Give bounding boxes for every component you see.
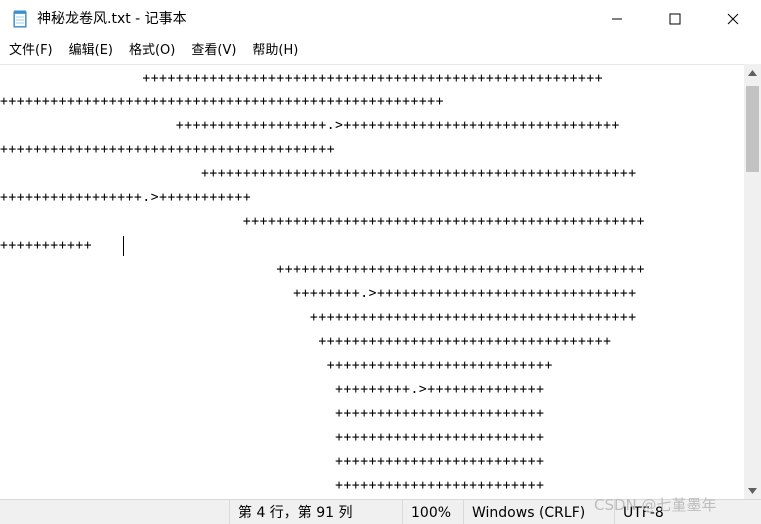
text-line: +++++++++++++++++.>+++++++++++ [0,190,252,205]
menu-edit[interactable]: 编辑(E) [60,38,120,64]
text-line: +++++++++++++++++++++++++ [0,454,545,469]
text-line: +++++++++.>++++++++++++++ [0,382,545,397]
zoom-level: 100% [402,500,463,524]
text-line: +++++++++++++++++++++++++ [0,478,545,493]
maximize-button[interactable] [646,0,704,38]
title-bar[interactable]: 神秘龙卷风.txt - 记事本 [0,0,761,38]
menu-help[interactable]: 帮助(H) [243,38,305,64]
arrow-up-icon [748,69,757,76]
text-line: +++++++++++++++++++++++++++++++++++ [0,334,612,349]
text-line: ++++++++++++++++++.>++++++++++++++++++++… [0,118,620,133]
window-title: 神秘龙卷风.txt - 记事本 [37,11,187,27]
minimize-button[interactable] [588,0,646,38]
text-line: ++++++++++++++++++++++++++++++++++++++++ [0,142,336,157]
arrow-down-icon [748,487,757,494]
text-line: +++++++++++++++++++++++++++ [0,358,553,373]
text-line: ++++++++++++++++++++++++++++++++++++++++… [0,166,637,181]
text-editor[interactable]: ++++++++++++++++++++++++++++++++++++++++… [0,64,744,500]
close-button[interactable] [704,0,761,38]
watermark: CSDN @七堇墨年 [594,496,717,514]
cursor-position: 第 4 行，第 91 列 [229,500,402,524]
menu-bar: 文件(F) 编辑(E) 格式(O) 查看(V) 帮助(H) [0,38,761,64]
notepad-icon [13,10,27,28]
text-line: +++++++++++++++++++++++++ [0,406,545,421]
line-ending: Windows (CRLF) [463,500,614,524]
scroll-up-button[interactable] [744,64,761,81]
minimize-icon [612,18,622,20]
text-line: ++++++++++++++++++++++++++++++++++++++++… [0,214,646,229]
vertical-scrollbar[interactable] [744,64,761,499]
text-line: +++++++++++ [0,238,93,253]
text-line: ++++++++.>++++++++++++++++++++++++++++++… [0,286,637,301]
text-caret [123,236,124,256]
text-line: +++++++++++++++++++++++++ [0,430,545,445]
text-line: ++++++++++++++++++++++++++++++++++++++++… [0,262,646,277]
notepad-window: 神秘龙卷风.txt - 记事本 文件(F) 编辑(E) 格式(O) 查看(V) … [0,0,761,524]
text-line: +++++++++++++++++++++++++++++++++++++++ [0,310,637,325]
text-line: ++++++++++++++++++++++++++++++++++++++++… [0,71,604,86]
scrollbar-thumb[interactable] [746,86,759,172]
scroll-down-button[interactable] [744,482,761,499]
menu-file[interactable]: 文件(F) [0,38,60,64]
text-line: ++++++++++++++++++++++++++++++++++++++++… [0,94,444,109]
close-icon [727,13,739,25]
menu-view[interactable]: 查看(V) [182,38,243,64]
menu-format[interactable]: 格式(O) [120,38,182,64]
maximize-icon [669,13,681,25]
